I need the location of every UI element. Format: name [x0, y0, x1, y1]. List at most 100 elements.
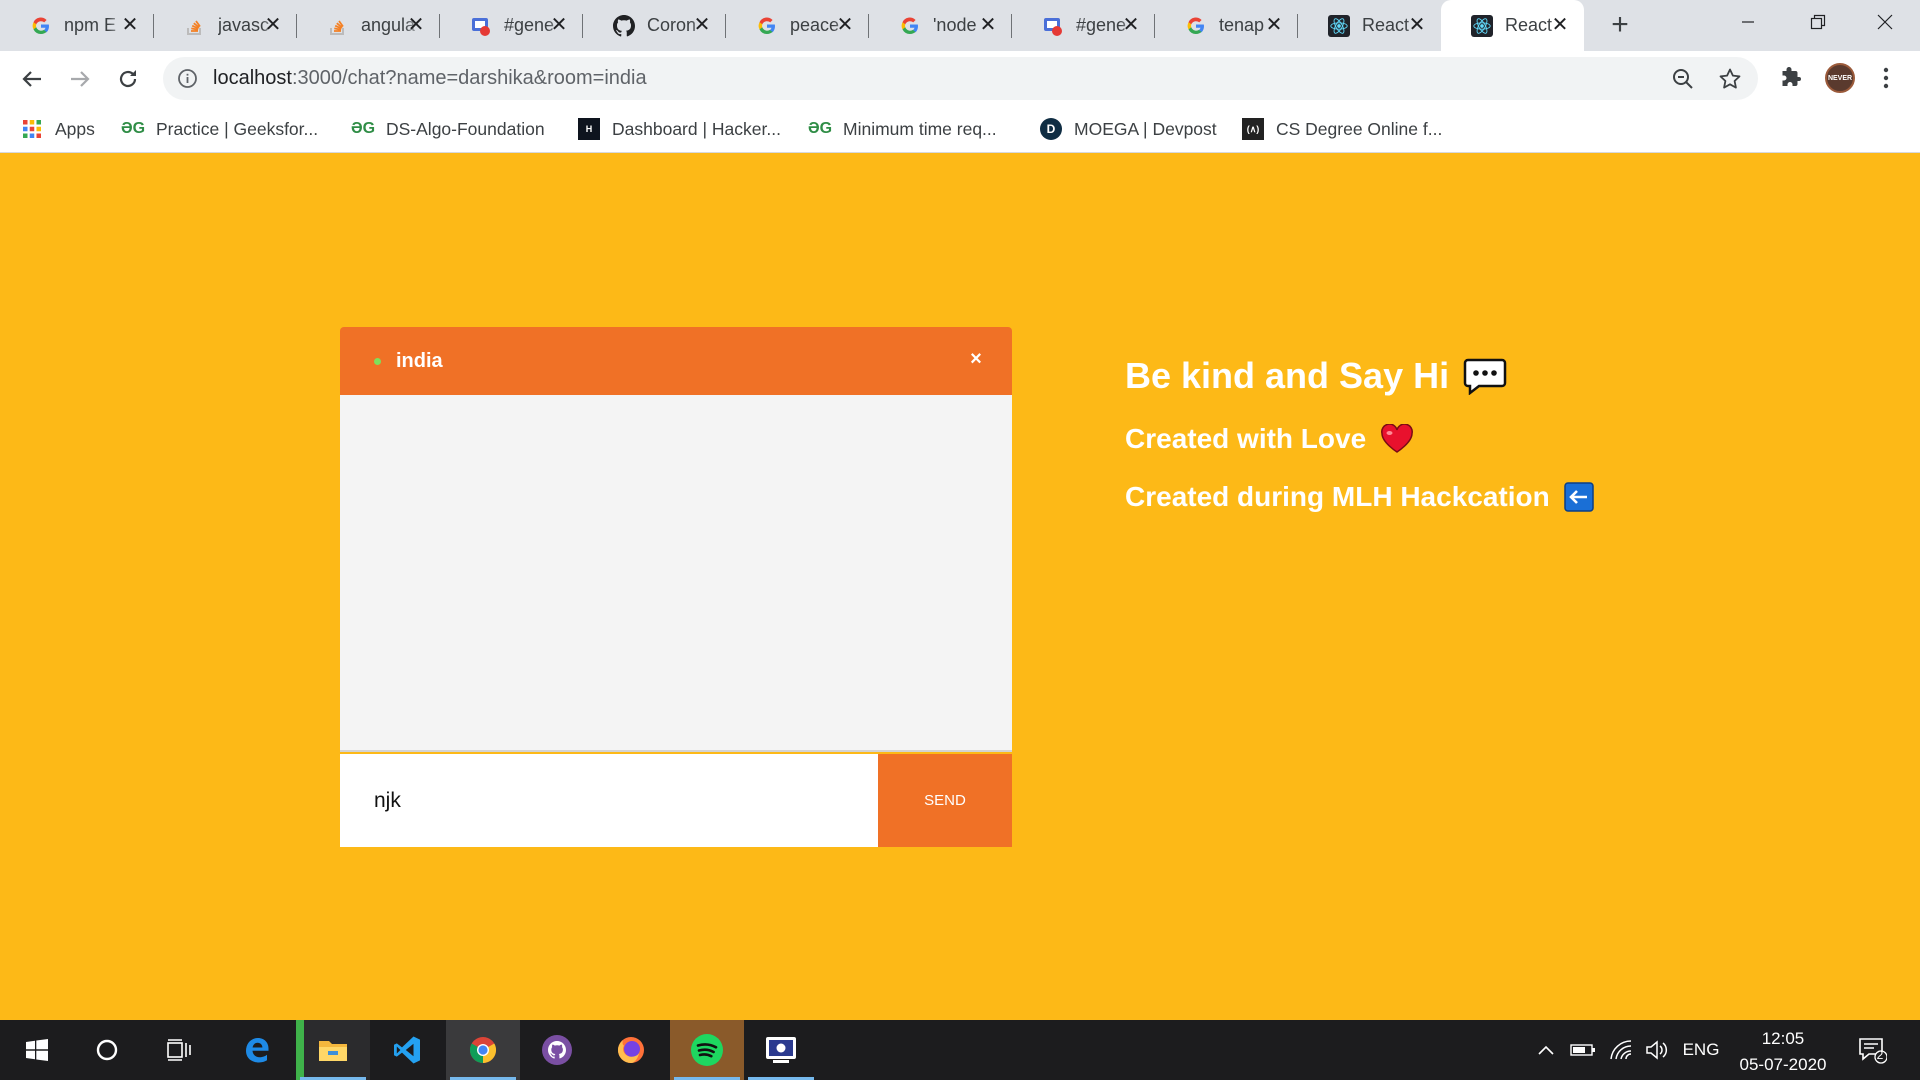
bookmark-star-icon[interactable]	[1718, 67, 1742, 91]
new-tab-plus-icon[interactable]: +	[1605, 10, 1635, 40]
bookmark-practice-geeksforgeeks[interactable]: ƏG Practice | Geeksfor...	[120, 116, 319, 142]
geeksforgeeks-icon: ƏG	[120, 120, 146, 137]
edge-icon[interactable]	[220, 1020, 294, 1080]
forward-arrow-icon[interactable]	[63, 62, 97, 96]
bookmark-hackerrank-dashboard[interactable]: H Dashboard | Hacker...	[578, 116, 781, 142]
send-button[interactable]: Send	[878, 754, 1012, 847]
browser-toolbar: localhost:3000/chat?name=darshika&room=i…	[0, 51, 1920, 106]
reload-icon[interactable]	[111, 62, 145, 96]
bookmark-apps[interactable]: Apps	[21, 116, 95, 142]
browser-tab[interactable]: #gene ✕	[1012, 0, 1155, 51]
tray-chevron-up-icon[interactable]	[1534, 1020, 1558, 1080]
file-explorer-icon[interactable]	[296, 1020, 370, 1080]
browser-tab[interactable]: peace ✕	[726, 0, 869, 51]
cs-degree-icon: (∧)	[1242, 118, 1264, 140]
bookmark-ds-algo-foundation[interactable]: ƏG DS-Algo-Foundation	[351, 116, 545, 142]
screen-app-icon[interactable]	[744, 1020, 818, 1080]
tab-close-icon[interactable]: ✕	[406, 15, 426, 35]
geeksforgeeks-icon: ƏG	[807, 120, 833, 137]
extensions-puzzle-icon[interactable]	[1776, 63, 1806, 93]
tab-close-icon[interactable]: ✕	[549, 15, 569, 35]
online-status-dot	[374, 358, 381, 365]
tab-close-icon[interactable]: ✕	[1121, 15, 1141, 35]
tab-close-icon[interactable]: ✕	[120, 15, 140, 35]
github-desktop-icon[interactable]	[520, 1020, 594, 1080]
tab-close-icon[interactable]: ✕	[978, 15, 998, 35]
notifications-icon[interactable]: 2	[1852, 1020, 1892, 1080]
bookmark-label: Apps	[55, 118, 95, 139]
browser-tab[interactable]: #gene ✕	[440, 0, 583, 51]
react-icon	[1328, 14, 1350, 37]
stackoverflow-icon	[184, 15, 206, 37]
bookmark-cs-degree-online[interactable]: (∧) CS Degree Online f...	[1242, 116, 1442, 142]
bookmark-moega-devpost[interactable]: D MOEGA | Devpost	[1040, 116, 1217, 142]
messages-area[interactable]	[340, 395, 1012, 752]
firefox-icon[interactable]	[594, 1020, 668, 1080]
apps-grid-icon	[21, 118, 43, 140]
url-path: :3000/chat?name=darshika&room=india	[291, 67, 647, 89]
tab-close-icon[interactable]: ✕	[263, 15, 283, 35]
love-text: Created with Love	[1125, 423, 1367, 454]
url-text: localhost:3000/chat?name=darshika&room=i…	[213, 67, 647, 90]
tab-close-icon[interactable]: ✕	[1407, 15, 1427, 35]
close-icon[interactable]: ×	[964, 347, 988, 371]
browser-tab[interactable]: 'node ✕	[869, 0, 1012, 51]
volume-icon[interactable]	[1642, 1020, 1672, 1080]
tab-close-icon[interactable]: ✕	[692, 15, 712, 35]
taskbar-clock[interactable]: 12:05 05-07-2020	[1728, 1026, 1838, 1078]
chrome-menu-icon[interactable]	[1871, 63, 1901, 93]
profile-avatar[interactable]: NEVER	[1825, 63, 1855, 93]
windows-start-icon[interactable]	[0, 1020, 74, 1080]
task-view-icon[interactable]	[142, 1020, 216, 1080]
tab-close-icon[interactable]: ✕	[1264, 15, 1284, 35]
window-close-icon[interactable]	[1850, 0, 1920, 44]
search-cortana-icon[interactable]	[70, 1020, 144, 1080]
windows-taskbar: ENG 12:05 05-07-2020 2	[0, 1020, 1920, 1080]
meet-icon	[1042, 15, 1064, 37]
zoom-icon[interactable]	[1671, 67, 1695, 91]
bookmark-minimum-time[interactable]: ƏG Minimum time req...	[807, 116, 997, 142]
wifi-icon[interactable]	[1606, 1020, 1636, 1080]
stackoverflow-icon	[327, 15, 349, 37]
mlh-text: Created during MLH Hackcation	[1125, 481, 1550, 512]
tagline-say-hi: Be kind and Say Hi	[1125, 355, 1507, 397]
message-input[interactable]	[340, 754, 878, 847]
tab-title: npm E	[64, 15, 117, 35]
browser-tab[interactable]: npm E ✕	[0, 0, 154, 51]
browser-tab-active[interactable]: React ✕	[1441, 0, 1584, 51]
back-arrow-icon[interactable]	[15, 62, 49, 96]
bookmark-label: Dashboard | Hacker...	[612, 118, 781, 139]
hackerrank-icon: H	[578, 118, 600, 140]
site-info-icon[interactable]	[177, 68, 198, 89]
browser-tab[interactable]: React ✕	[1298, 0, 1441, 51]
bookmark-label: Practice | Geeksfor...	[156, 118, 319, 139]
address-bar[interactable]: localhost:3000/chat?name=darshika&room=i…	[163, 57, 1758, 100]
tagline-text: Be kind and Say Hi	[1125, 355, 1450, 396]
google-icon	[30, 15, 52, 37]
tab-close-icon[interactable]: ✕	[835, 15, 855, 35]
spotify-icon[interactable]	[670, 1020, 744, 1080]
bookmark-label: MOEGA | Devpost	[1074, 118, 1217, 139]
browser-tab[interactable]: Coron ✕	[583, 0, 726, 51]
browser-tab[interactable]: angula ✕	[297, 0, 440, 51]
clock-time: 12:05	[1761, 1029, 1805, 1048]
chat-header: india ×	[340, 327, 1012, 395]
google-icon	[899, 15, 921, 37]
vscode-icon[interactable]	[370, 1020, 444, 1080]
message-composer: Send	[340, 754, 1012, 847]
notification-count: 2	[1876, 1048, 1884, 1062]
chrome-icon[interactable]	[446, 1020, 520, 1080]
url-host: localhost	[213, 67, 292, 89]
left-arrow-icon	[1563, 482, 1594, 512]
created-during-mlh: Created during MLH Hackcation	[1125, 481, 1594, 513]
chat-window: india × Send	[340, 327, 1012, 847]
speech-bubble-icon	[1463, 357, 1507, 395]
browser-tab[interactable]: javasc ✕	[154, 0, 297, 51]
restore-icon[interactable]	[1783, 0, 1853, 44]
bookmark-label: CS Degree Online f...	[1276, 118, 1443, 139]
minimize-icon[interactable]	[1713, 0, 1783, 44]
tab-close-icon[interactable]: ✕	[1550, 15, 1570, 35]
battery-icon[interactable]	[1568, 1020, 1598, 1080]
input-language[interactable]: ENG	[1680, 1020, 1722, 1080]
browser-tab[interactable]: tenap ✕	[1155, 0, 1298, 51]
